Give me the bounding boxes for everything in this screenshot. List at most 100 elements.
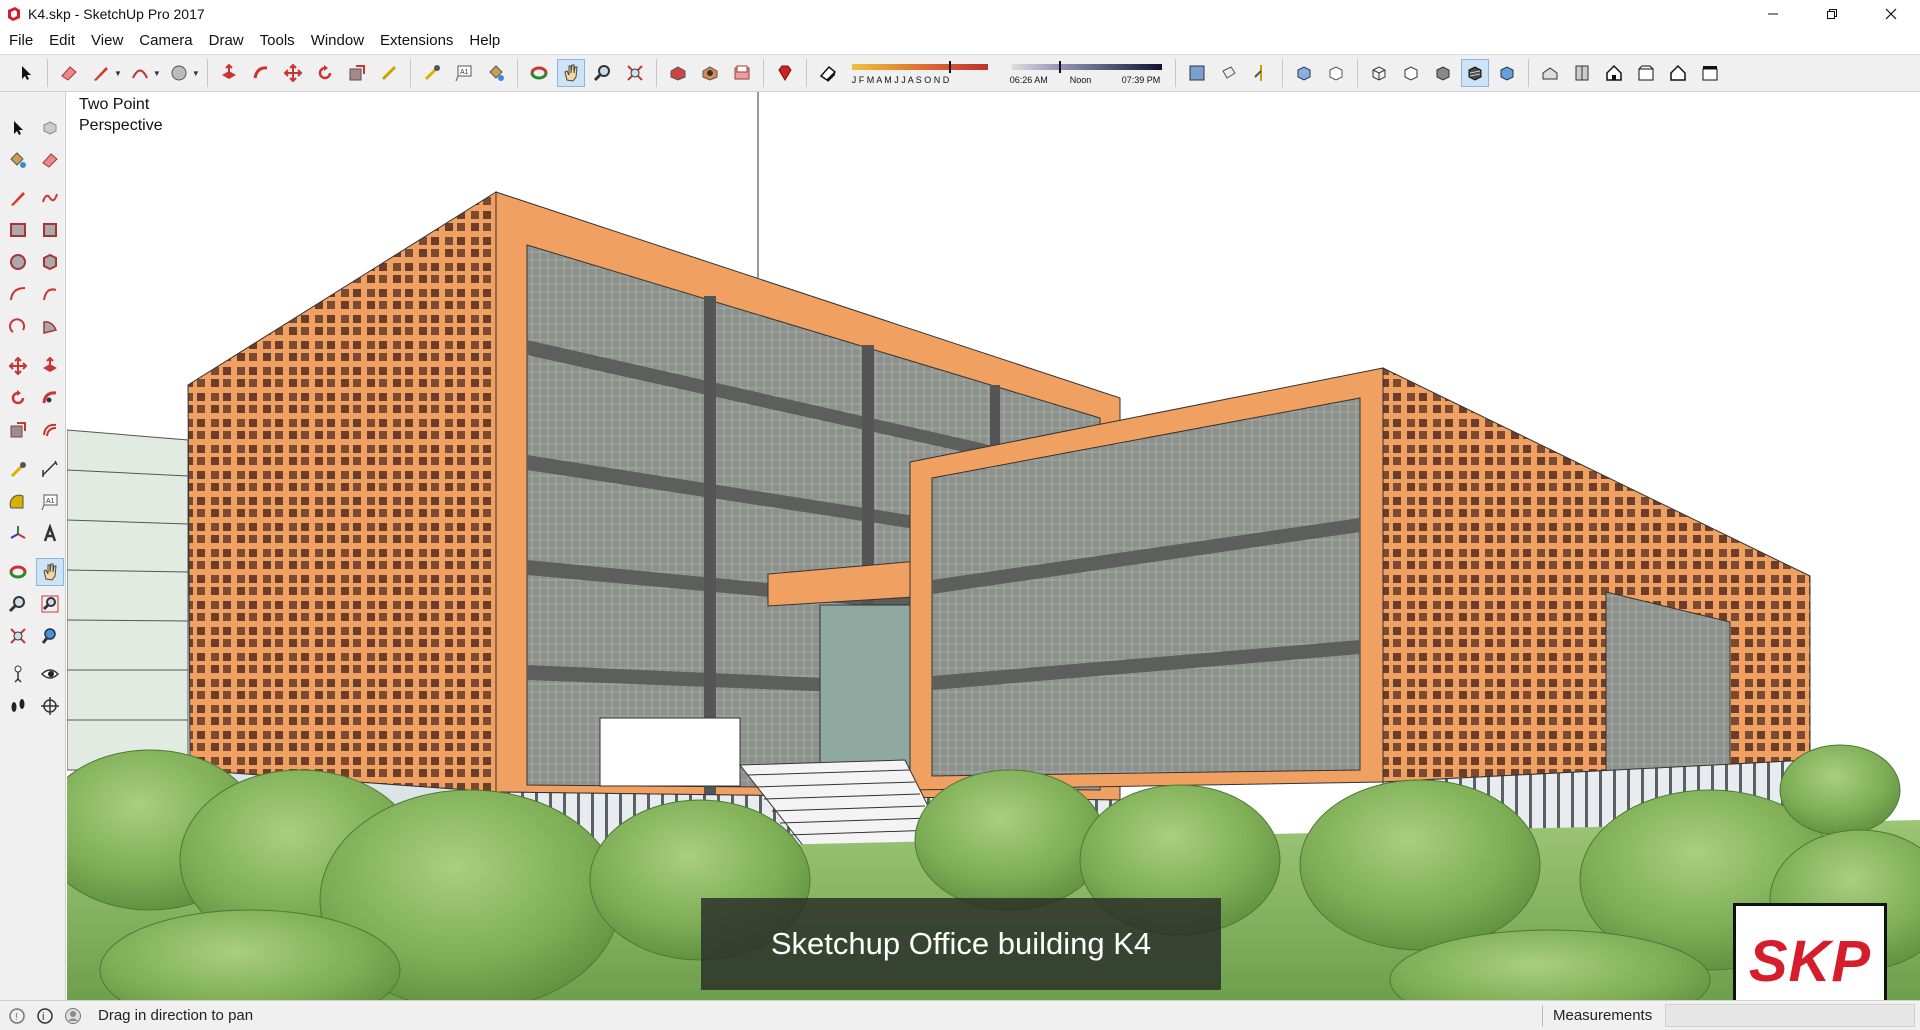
left-offset-tool[interactable] <box>36 416 64 444</box>
left-push-pull-tool[interactable] <box>36 352 64 380</box>
extension-manager-button[interactable] <box>771 59 799 87</box>
left-section-plane-tool[interactable] <box>36 692 64 720</box>
zoom-extents-button[interactable] <box>621 59 649 87</box>
left-look-around-tool[interactable] <box>36 660 64 688</box>
menu-file[interactable]: File <box>1 28 41 54</box>
left-text-tool[interactable]: A1 <box>36 488 64 516</box>
left-eraser-tool[interactable] <box>36 146 64 174</box>
style-xray-button[interactable] <box>1290 59 1318 87</box>
menu-camera[interactable]: Camera <box>131 28 200 54</box>
menu-help[interactable]: Help <box>461 28 508 54</box>
left-line-tool[interactable] <box>4 184 32 212</box>
style-monochrome-button[interactable] <box>1493 59 1521 87</box>
left-rectangle-tool[interactable] <box>4 216 32 244</box>
measurements-input[interactable] <box>1665 1004 1915 1027</box>
left-freehand-tool[interactable] <box>36 184 64 212</box>
left-3d-text-tool[interactable] <box>36 520 64 548</box>
left-component-tool[interactable] <box>36 114 64 142</box>
text-tool-button[interactable]: A1 <box>450 59 478 87</box>
view-right-button[interactable] <box>1632 59 1660 87</box>
tape-measure-tool-button[interactable] <box>418 59 446 87</box>
geo-location-button[interactable]: ! <box>6 1005 28 1027</box>
rotate-tool-button[interactable] <box>311 59 339 87</box>
status-separator <box>1542 1005 1543 1027</box>
left-walk-tool[interactable] <box>4 692 32 720</box>
shape-tool-button[interactable] <box>165 59 193 87</box>
left-rotated-rectangle-tool[interactable] <box>36 216 64 244</box>
shape-tool-dropdown[interactable]: ▼ <box>192 69 200 78</box>
left-tape-measure-tool[interactable] <box>4 456 32 484</box>
move-tool-button[interactable] <box>279 59 307 87</box>
extension-warehouse-button[interactable] <box>696 59 724 87</box>
section-plane-button[interactable] <box>1183 59 1211 87</box>
left-pie-tool[interactable] <box>36 312 64 340</box>
scale-tool-button[interactable] <box>343 59 371 87</box>
display-section-planes-button[interactable] <box>1215 59 1243 87</box>
left-two-point-arc-tool[interactable] <box>36 280 64 308</box>
modeling-viewport[interactable]: Two Point Perspective Sketchup Office bu… <box>67 92 1920 1000</box>
pan-tool-button[interactable] <box>556 59 585 87</box>
left-circle-tool[interactable] <box>4 248 32 276</box>
left-paint-tool[interactable] <box>4 146 32 174</box>
menu-tools[interactable]: Tools <box>252 28 303 54</box>
follow-me-tool-button[interactable] <box>247 59 275 87</box>
shadow-settings-widget[interactable]: J F M A M J J A S O N D 06:26 AM Noon 07… <box>850 58 1170 88</box>
left-move-tool[interactable] <box>4 352 32 380</box>
left-zoom-tool[interactable] <box>4 590 32 618</box>
line-tool-dropdown[interactable]: ▼ <box>114 69 122 78</box>
menu-edit[interactable]: Edit <box>41 28 83 54</box>
view-left-button[interactable] <box>1696 59 1724 87</box>
view-front-button[interactable] <box>1600 59 1628 87</box>
left-scale-tool[interactable] <box>4 416 32 444</box>
style-shaded-button[interactable] <box>1429 59 1457 87</box>
left-zoom-window-tool[interactable] <box>36 590 64 618</box>
warehouse-button[interactable] <box>664 59 692 87</box>
left-rotate-tool[interactable] <box>4 384 32 412</box>
menu-view[interactable]: View <box>83 28 131 54</box>
close-button[interactable] <box>1861 0 1920 28</box>
view-back-button[interactable] <box>1664 59 1692 87</box>
left-three-point-arc-tool[interactable] <box>4 312 32 340</box>
left-previous-view-tool[interactable] <box>36 622 64 650</box>
left-arc-tool[interactable] <box>4 280 32 308</box>
left-follow-me-tool[interactable] <box>36 384 64 412</box>
left-zoom-extents-tool[interactable] <box>4 622 32 650</box>
shadow-months-label: J F M A M J J A S O N D <box>851 75 950 85</box>
left-dimension-tool[interactable] <box>36 456 64 484</box>
menu-extensions[interactable]: Extensions <box>372 28 461 54</box>
orbit-tool-button[interactable] <box>525 59 553 87</box>
paint-bucket-tool-button[interactable] <box>482 59 510 87</box>
building-model-render[interactable] <box>67 92 1920 1000</box>
left-position-camera-tool[interactable] <box>4 660 32 688</box>
line-tool-button[interactable] <box>87 59 115 87</box>
style-wireframe-button[interactable] <box>1365 59 1393 87</box>
push-pull-tool-button[interactable] <box>215 59 243 87</box>
left-protractor-tool[interactable] <box>4 488 32 516</box>
style-hidden-line-button[interactable] <box>1397 59 1425 87</box>
left-polygon-tool[interactable] <box>36 248 64 276</box>
display-shadows-button[interactable] <box>814 59 842 87</box>
left-orbit-tool[interactable] <box>4 558 32 586</box>
style-back-edges-button[interactable] <box>1322 59 1350 87</box>
credits-button[interactable]: i <box>34 1005 56 1027</box>
zoom-tool-button[interactable] <box>589 59 617 87</box>
display-section-cuts-button[interactable] <box>1247 59 1275 87</box>
arc-tool-dropdown[interactable]: ▼ <box>153 69 161 78</box>
restore-button[interactable] <box>1802 0 1861 28</box>
view-iso-button[interactable] <box>1536 59 1564 87</box>
eraser-tool-button[interactable] <box>55 59 83 87</box>
style-shaded-textures-button[interactable] <box>1460 59 1489 87</box>
select-tool-button[interactable] <box>12 59 40 87</box>
menu-draw[interactable]: Draw <box>201 28 252 54</box>
left-pan-tool[interactable] <box>36 558 64 586</box>
left-select-tool[interactable] <box>4 114 32 142</box>
arc-tool-button[interactable] <box>126 59 154 87</box>
minimize-button[interactable] <box>1743 0 1802 28</box>
menu-window[interactable]: Window <box>303 28 372 54</box>
rotated-rectangle-icon <box>43 223 57 237</box>
layout-send-button[interactable] <box>728 59 756 87</box>
sign-in-button[interactable] <box>62 1005 84 1027</box>
offset-tool-button[interactable] <box>375 59 403 87</box>
left-axes-tool[interactable] <box>4 520 32 548</box>
view-top-button[interactable] <box>1568 59 1596 87</box>
